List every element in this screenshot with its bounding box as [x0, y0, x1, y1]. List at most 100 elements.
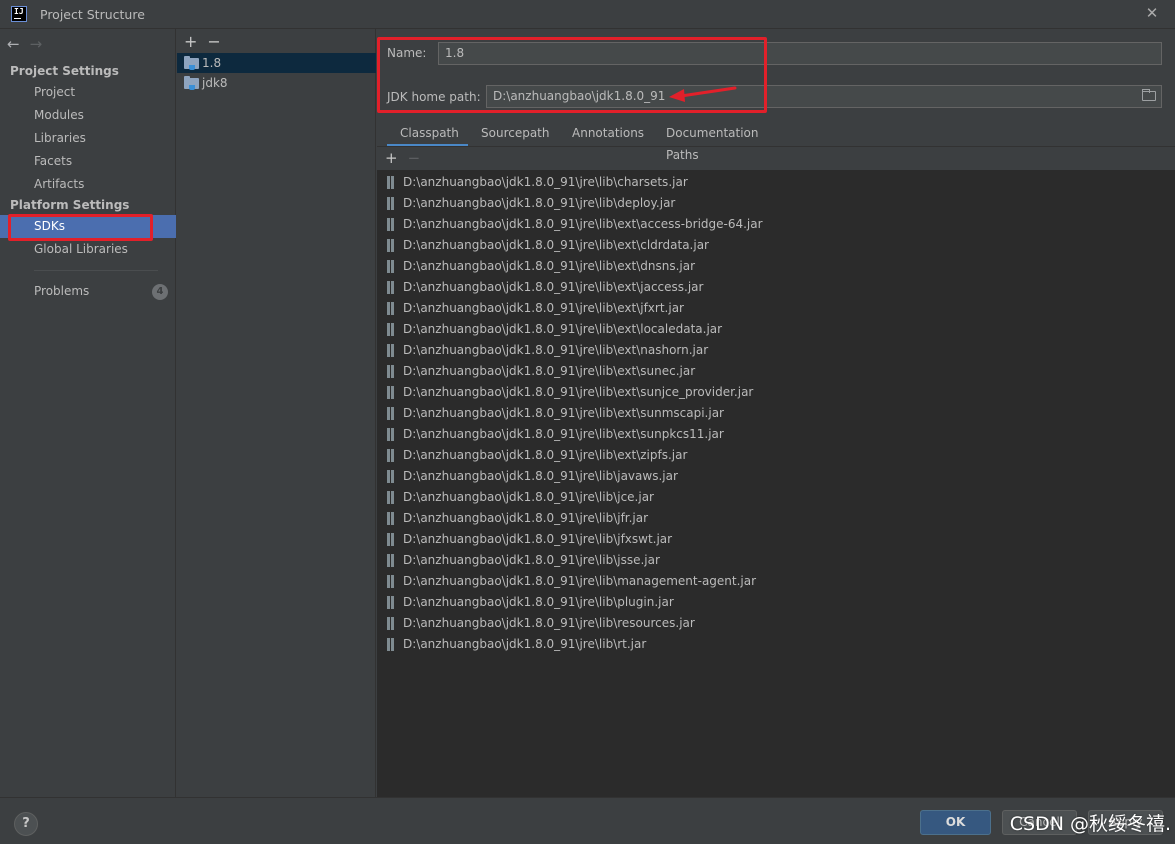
add-sdk-button[interactable]: +	[184, 32, 197, 51]
classpath-item[interactable]: D:\anzhuangbao\jdk1.8.0_91\jre\lib\ext\n…	[377, 340, 1175, 361]
sdk-item-label: 1.8	[202, 56, 222, 70]
jar-library-icon	[387, 176, 395, 189]
nav-item-project[interactable]: Project	[0, 81, 176, 104]
intellij-logo-icon: IJ	[11, 6, 27, 22]
classpath-item-path: D:\anzhuangbao\jdk1.8.0_91\jre\lib\ext\c…	[403, 238, 709, 252]
tab-documentation-paths[interactable]: Documentation Paths	[666, 122, 759, 162]
problems-count-badge: 4	[152, 284, 168, 300]
jar-library-icon	[387, 575, 395, 588]
classpath-item[interactable]: D:\anzhuangbao\jdk1.8.0_91\jre\lib\rt.ja…	[377, 634, 1175, 655]
forward-arrow-icon[interactable]: →	[30, 35, 43, 53]
classpath-item-path: D:\anzhuangbao\jdk1.8.0_91\jre\lib\jfxsw…	[403, 532, 673, 546]
classpath-item[interactable]: D:\anzhuangbao\jdk1.8.0_91\jre\lib\chars…	[377, 172, 1175, 193]
classpath-item-path: D:\anzhuangbao\jdk1.8.0_91\jre\lib\chars…	[403, 175, 688, 189]
classpath-item[interactable]: D:\anzhuangbao\jdk1.8.0_91\jre\lib\ext\j…	[377, 277, 1175, 298]
classpath-item-path: D:\anzhuangbao\jdk1.8.0_91\jre\lib\deplo…	[403, 196, 676, 210]
tab-sourcepath[interactable]: Sourcepath	[481, 122, 550, 147]
nav-item-global-libraries[interactable]: Global Libraries	[0, 238, 176, 261]
close-icon[interactable]: ✕	[1145, 6, 1159, 21]
nav-item-facets[interactable]: Facets	[0, 150, 176, 173]
classpath-item[interactable]: D:\anzhuangbao\jdk1.8.0_91\jre\lib\javaw…	[377, 466, 1175, 487]
classpath-item[interactable]: D:\anzhuangbao\jdk1.8.0_91\jre\lib\ext\l…	[377, 319, 1175, 340]
jar-library-icon	[387, 449, 395, 462]
jar-library-icon	[387, 239, 395, 252]
remove-classpath-button[interactable]: −	[408, 149, 421, 167]
classpath-item[interactable]: D:\anzhuangbao\jdk1.8.0_91\jre\lib\jfr.j…	[377, 508, 1175, 529]
nav-item-artifacts[interactable]: Artifacts	[0, 173, 176, 196]
jar-library-icon	[387, 428, 395, 441]
classpath-item[interactable]: D:\anzhuangbao\jdk1.8.0_91\jre\lib\jsse.…	[377, 550, 1175, 571]
window-title: Project Structure	[40, 7, 145, 22]
classpath-item[interactable]: D:\anzhuangbao\jdk1.8.0_91\jre\lib\ext\z…	[377, 445, 1175, 466]
classpath-item-path: D:\anzhuangbao\jdk1.8.0_91\jre\lib\ext\n…	[403, 343, 709, 357]
classpath-item-path: D:\anzhuangbao\jdk1.8.0_91\jre\lib\jce.j…	[403, 490, 654, 504]
nav-item-problems[interactable]: Problems 4	[0, 280, 176, 303]
classpath-item[interactable]: D:\anzhuangbao\jdk1.8.0_91\jre\lib\ext\c…	[377, 235, 1175, 256]
nav-item-libraries[interactable]: Libraries	[0, 127, 176, 150]
classpath-item[interactable]: D:\anzhuangbao\jdk1.8.0_91\jre\lib\ext\a…	[377, 214, 1175, 235]
dialog-footer: ? OK Cancel Apply CSDN @秋绥冬禧.	[0, 797, 1175, 844]
jar-library-icon	[387, 386, 395, 399]
tab-annotations[interactable]: Annotations	[572, 122, 644, 147]
classpath-item[interactable]: D:\anzhuangbao\jdk1.8.0_91\jre\lib\ext\s…	[377, 361, 1175, 382]
classpath-item-path: D:\anzhuangbao\jdk1.8.0_91\jre\lib\ext\a…	[403, 217, 763, 231]
jar-library-icon	[387, 596, 395, 609]
project-settings-header: Project Settings	[10, 64, 119, 78]
classpath-item[interactable]: D:\anzhuangbao\jdk1.8.0_91\jre\lib\resou…	[377, 613, 1175, 634]
classpath-item-path: D:\anzhuangbao\jdk1.8.0_91\jre\lib\plugi…	[403, 595, 674, 609]
classpath-item-path: D:\anzhuangbao\jdk1.8.0_91\jre\lib\ext\z…	[403, 448, 688, 462]
sdk-detail-panel: Name: 1.8 JDK home path: D:\anzhuangbao\…	[377, 29, 1175, 797]
browse-folder-icon[interactable]	[1142, 89, 1156, 101]
sdk-item-1-8[interactable]: 1.8	[177, 53, 376, 73]
nav-item-modules[interactable]: Modules	[0, 104, 176, 127]
classpath-item[interactable]: D:\anzhuangbao\jdk1.8.0_91\jre\lib\deplo…	[377, 193, 1175, 214]
help-button[interactable]: ?	[14, 812, 38, 836]
sdk-item-jdk8[interactable]: jdk8	[177, 73, 376, 93]
sdk-toolbar: + −	[184, 32, 231, 51]
jar-library-icon	[387, 302, 395, 315]
classpath-toolbar: + −	[385, 149, 420, 167]
classpath-item-path: D:\anzhuangbao\jdk1.8.0_91\jre\lib\jsse.…	[403, 553, 660, 567]
classpath-item[interactable]: D:\anzhuangbao\jdk1.8.0_91\jre\lib\jfxsw…	[377, 529, 1175, 550]
jar-library-icon	[387, 554, 395, 567]
classpath-item[interactable]: D:\anzhuangbao\jdk1.8.0_91\jre\lib\manag…	[377, 571, 1175, 592]
classpath-item-path: D:\anzhuangbao\jdk1.8.0_91\jre\lib\javaw…	[403, 469, 678, 483]
tabs-divider	[377, 146, 1175, 147]
classpath-item-path: D:\anzhuangbao\jdk1.8.0_91\jre\lib\ext\s…	[403, 427, 724, 441]
classpath-item[interactable]: D:\anzhuangbao\jdk1.8.0_91\jre\lib\ext\s…	[377, 424, 1175, 445]
jar-library-icon	[387, 638, 395, 651]
jar-library-icon	[387, 533, 395, 546]
jar-library-icon	[387, 470, 395, 483]
nav-arrows: ← →	[7, 35, 52, 53]
tab-classpath[interactable]: Classpath	[387, 122, 468, 147]
jar-library-icon	[387, 617, 395, 630]
classpath-item-path: D:\anzhuangbao\jdk1.8.0_91\jre\lib\ext\s…	[403, 364, 696, 378]
classpath-item-path: D:\anzhuangbao\jdk1.8.0_91\jre\lib\rt.ja…	[403, 637, 647, 651]
jar-library-icon	[387, 323, 395, 336]
jar-library-icon	[387, 260, 395, 273]
jar-library-icon	[387, 218, 395, 231]
jdk-folder-icon	[184, 76, 199, 90]
classpath-item[interactable]: D:\anzhuangbao\jdk1.8.0_91\jre\lib\ext\s…	[377, 382, 1175, 403]
title-bar: IJ Project Structure ✕	[0, 0, 1175, 29]
add-classpath-button[interactable]: +	[385, 149, 398, 167]
classpath-item-path: D:\anzhuangbao\jdk1.8.0_91\jre\lib\ext\l…	[403, 322, 723, 336]
jar-library-icon	[387, 365, 395, 378]
classpath-item-path: D:\anzhuangbao\jdk1.8.0_91\jre\lib\manag…	[403, 574, 757, 588]
classpath-item[interactable]: D:\anzhuangbao\jdk1.8.0_91\jre\lib\jce.j…	[377, 487, 1175, 508]
classpath-item[interactable]: D:\anzhuangbao\jdk1.8.0_91\jre\lib\ext\s…	[377, 403, 1175, 424]
classpath-item[interactable]: D:\anzhuangbao\jdk1.8.0_91\jre\lib\ext\j…	[377, 298, 1175, 319]
remove-sdk-button[interactable]: −	[207, 32, 220, 51]
jar-library-icon	[387, 197, 395, 210]
ok-button[interactable]: OK	[920, 810, 991, 835]
back-arrow-icon[interactable]: ←	[7, 35, 20, 53]
classpath-item[interactable]: D:\anzhuangbao\jdk1.8.0_91\jre\lib\plugi…	[377, 592, 1175, 613]
jar-library-icon	[387, 344, 395, 357]
problems-label: Problems	[34, 284, 90, 298]
sdks-highlight-box	[8, 214, 153, 241]
platform-settings-header: Platform Settings	[10, 198, 130, 212]
sdk-list-panel: + − 1.8 jdk8	[177, 29, 376, 797]
csdn-watermark: CSDN @秋绥冬禧.	[1009, 813, 1171, 835]
classpath-item[interactable]: D:\anzhuangbao\jdk1.8.0_91\jre\lib\ext\d…	[377, 256, 1175, 277]
classpath-item-path: D:\anzhuangbao\jdk1.8.0_91\jre\lib\ext\d…	[403, 259, 696, 273]
